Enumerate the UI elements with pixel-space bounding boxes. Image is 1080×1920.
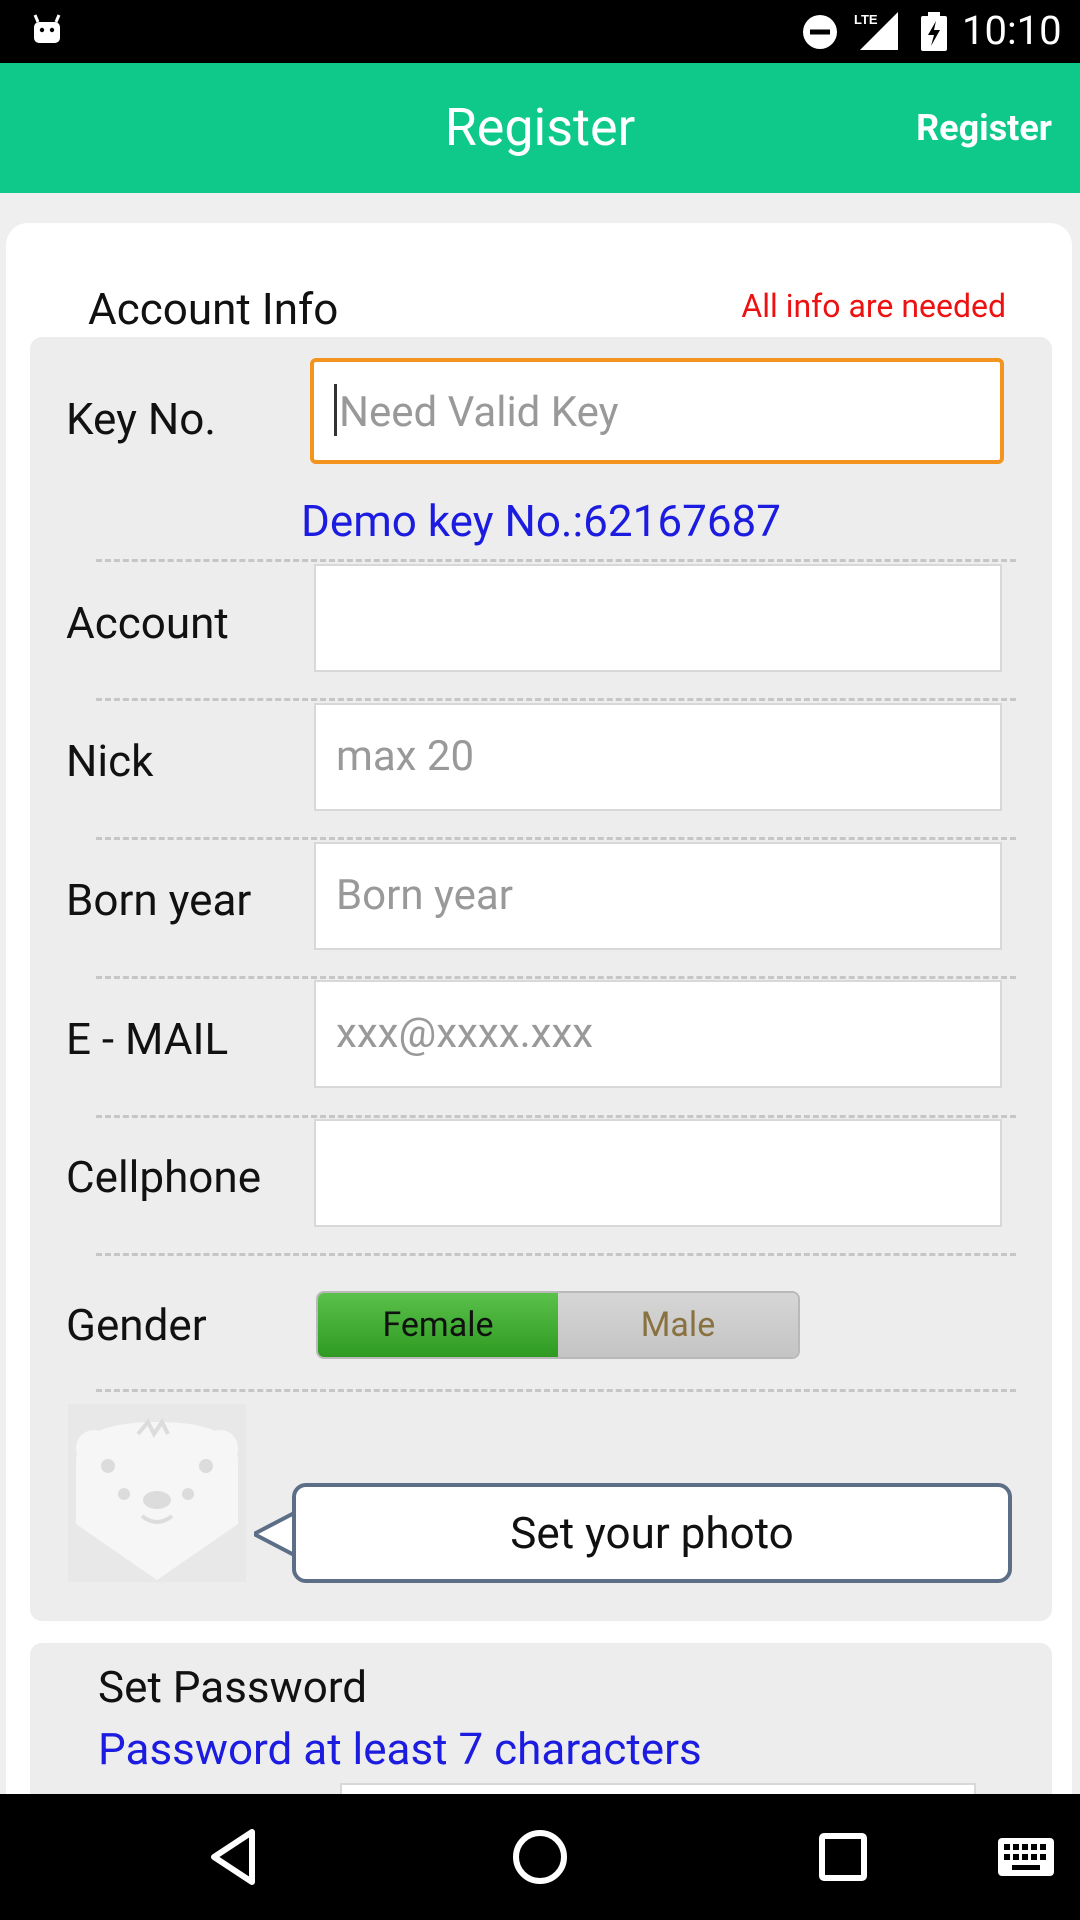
divider	[96, 698, 1016, 701]
recents-icon[interactable]	[810, 1824, 876, 1890]
email-input[interactable]: xxx@xxxx.xxx	[314, 980, 1002, 1088]
avatar-placeholder-icon[interactable]	[68, 1404, 246, 1582]
required-note: All info are needed	[741, 287, 1006, 325]
key-input[interactable]: Need Valid Key	[310, 358, 1004, 464]
form-card: Account Info All info are needed Key No.…	[6, 223, 1072, 1794]
password-panel: Set Password Password at least 7 charact…	[30, 1643, 1052, 1794]
born-year-input[interactable]: Born year	[314, 842, 1002, 950]
gender-label: Gender	[66, 1299, 207, 1351]
navigation-bar	[0, 1794, 1080, 1920]
home-icon[interactable]	[507, 1824, 573, 1890]
lte-signal-icon: LTE	[854, 12, 898, 50]
gender-option-female[interactable]: Female	[318, 1293, 558, 1357]
divider	[96, 1115, 1016, 1118]
svg-text:LTE: LTE	[854, 12, 878, 27]
divider	[96, 837, 1016, 840]
account-info-title: Account Info	[88, 283, 339, 335]
divider	[96, 1389, 1016, 1392]
text-cursor	[334, 383, 337, 436]
nick-label: Nick	[66, 735, 154, 787]
do-not-disturb-icon	[803, 15, 837, 49]
status-clock: 10:10	[962, 7, 1062, 54]
divider	[96, 976, 1016, 979]
born-year-label: Born year	[66, 874, 252, 926]
gender-option-male[interactable]: Male	[558, 1293, 798, 1357]
account-info-panel: Key No. Need Valid Key Demo key No.:6216…	[30, 337, 1052, 1621]
password-input[interactable]	[340, 1783, 976, 1794]
account-label: Account	[66, 597, 229, 649]
gender-toggle[interactable]: Female Male	[316, 1291, 800, 1359]
set-password-title: Set Password	[98, 1661, 368, 1713]
status-bar: LTE 10:10	[0, 0, 1080, 63]
back-icon[interactable]	[202, 1824, 268, 1890]
set-photo-button[interactable]: Set your photo	[292, 1483, 1012, 1583]
cellphone-label: Cellphone	[66, 1151, 262, 1203]
app-bar: Register Register	[0, 63, 1080, 193]
scroll-content[interactable]: Account Info All info are needed Key No.…	[0, 193, 1080, 1794]
nick-input[interactable]: max 20	[314, 703, 1002, 811]
register-action-button[interactable]: Register	[916, 63, 1052, 193]
android-icon	[33, 14, 61, 43]
battery-charging-icon	[921, 12, 947, 51]
key-label: Key No.	[66, 393, 216, 445]
key-placeholder: Need Valid Key	[339, 387, 619, 437]
keyboard-icon[interactable]	[996, 1824, 1056, 1890]
divider	[96, 559, 1016, 562]
password-hint: Password at least 7 characters	[98, 1723, 702, 1775]
demo-key-text: Demo key No.:62167687	[300, 495, 782, 547]
account-input[interactable]	[314, 564, 1002, 672]
divider	[96, 1253, 1016, 1256]
email-label: E - MAIL	[66, 1013, 229, 1065]
cellphone-input[interactable]	[314, 1119, 1002, 1227]
